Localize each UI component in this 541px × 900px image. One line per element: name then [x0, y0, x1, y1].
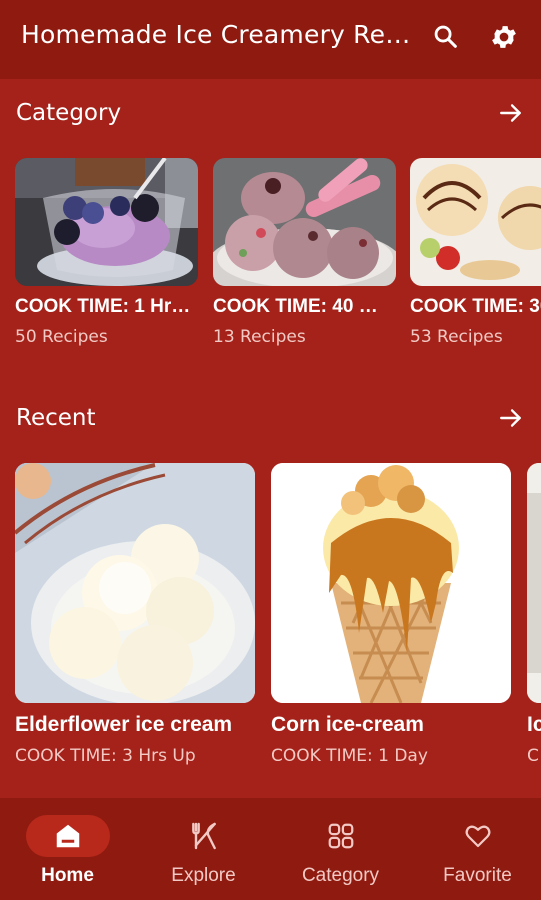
nav-item-favorite[interactable]: Favorite	[410, 798, 541, 900]
recent-image-corn-ice-cream	[271, 463, 511, 703]
recent-image-elderflower-ice-cream	[15, 463, 255, 703]
app-root: Homemade Ice Creamery Recipes Category C…	[0, 0, 541, 900]
recent-card[interactable]: Ic C	[527, 463, 541, 766]
nav-item-home[interactable]: Home	[0, 798, 135, 900]
category-image-chocolate-scoops	[213, 158, 396, 286]
category-image-caramel-cupcakes	[410, 158, 541, 286]
recent-cook-time: COOK TIME: 3 Hrs Up	[15, 746, 196, 766]
category-carousel[interactable]: COOK TIME: 1 Hr Up 50 Recipes COOK TIME:…	[15, 158, 541, 358]
category-count: 53 Recipes	[410, 327, 503, 347]
nav-item-explore[interactable]: Explore	[136, 798, 271, 900]
category-image-berry-ice-cream	[15, 158, 198, 286]
category-count: 50 Recipes	[15, 327, 108, 347]
app-bar: Homemade Ice Creamery Recipes	[0, 0, 541, 79]
arrow-right-icon	[500, 104, 521, 122]
category-label: COOK TIME: 1 Hr Up	[15, 296, 195, 317]
recent-carousel[interactable]: Elderflower ice cream COOK TIME: 3 Hrs U…	[15, 463, 541, 783]
category-card[interactable]: COOK TIME: 1 Hr Up 50 Recipes	[15, 158, 198, 347]
recent-card[interactable]: Corn ice-cream COOK TIME: 1 Day	[271, 463, 511, 766]
category-label: COOK TIME: 40 Mins	[213, 296, 393, 317]
arrow-right-icon	[500, 409, 521, 427]
settings-button[interactable]	[485, 18, 523, 56]
bottom-navigation: Home Explore Category Favorite	[0, 798, 541, 900]
app-title: Homemade Ice Creamery Recipes	[21, 20, 413, 49]
search-icon	[434, 25, 457, 48]
recent-image-partial	[527, 463, 541, 703]
recent-see-all-button[interactable]	[496, 403, 526, 433]
nav-item-category[interactable]: Category	[273, 798, 408, 900]
recent-title: Corn ice-cream	[271, 713, 424, 736]
nav-icon-container	[299, 815, 383, 857]
gear-icon	[492, 26, 516, 48]
heart-icon	[465, 825, 490, 848]
nav-icon-container	[162, 815, 246, 857]
home-icon	[56, 824, 79, 848]
nav-active-indicator	[25, 815, 110, 857]
category-label: COOK TIME: 30 Mins	[410, 296, 541, 317]
nav-label-favorite: Favorite	[443, 865, 512, 886]
nav-icon-container	[436, 815, 520, 857]
category-see-all-button[interactable]	[496, 98, 526, 128]
recent-card[interactable]: Elderflower ice cream COOK TIME: 3 Hrs U…	[15, 463, 255, 766]
nav-label-explore: Explore	[171, 865, 236, 886]
category-card[interactable]: COOK TIME: 30 Mins 53 Recipes	[410, 158, 541, 347]
category-section-title: Category	[16, 100, 122, 126]
category-section-header: Category	[16, 95, 526, 131]
category-count: 13 Recipes	[213, 327, 306, 347]
recent-title: Elderflower ice cream	[15, 713, 233, 736]
nav-label-category: Category	[301, 865, 380, 886]
fork-knife-icon	[191, 822, 216, 850]
search-button[interactable]	[427, 18, 465, 56]
category-card[interactable]: COOK TIME: 40 Mins 13 Recipes	[213, 158, 396, 347]
grid-icon	[328, 823, 353, 849]
recent-section-title: Recent	[16, 405, 96, 431]
recent-cook-time: COOK TIME: 1 Day	[271, 746, 428, 766]
recent-cook-time: C	[527, 746, 539, 766]
nav-label-home: Home	[41, 865, 94, 886]
recent-title: Ic	[527, 713, 541, 736]
recent-section-header: Recent	[16, 400, 526, 436]
